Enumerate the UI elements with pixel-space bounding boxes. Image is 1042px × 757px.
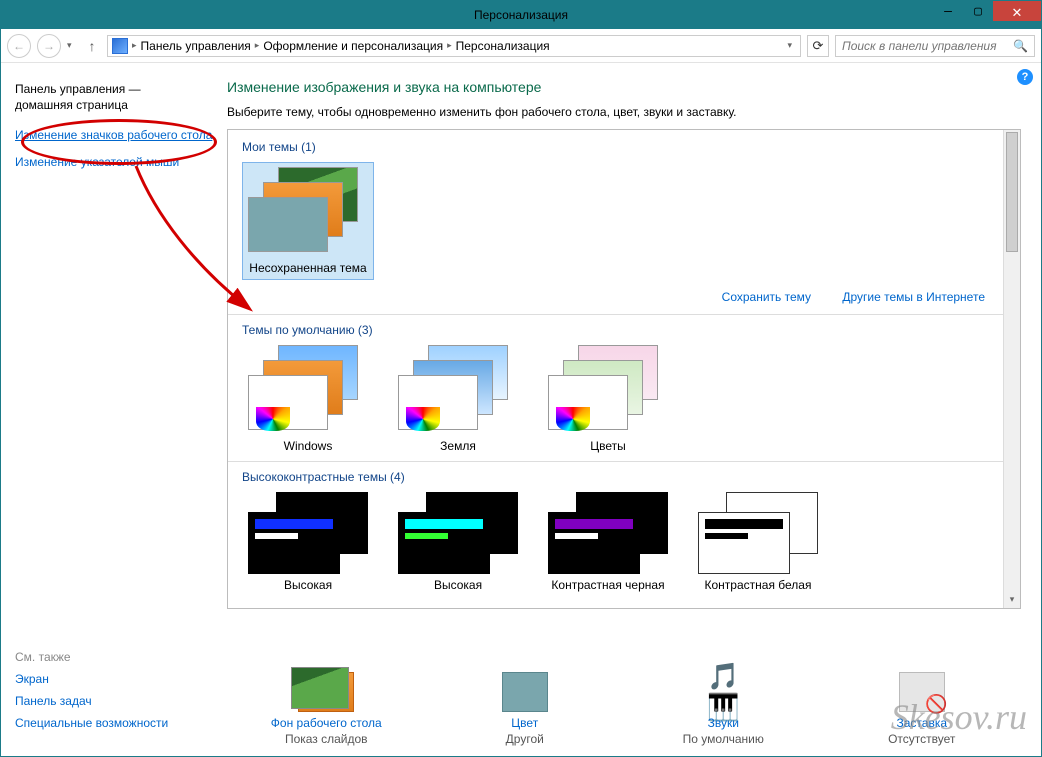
scroll-down-icon[interactable]: ▾ [1004, 591, 1020, 608]
theme-label: Контрастная белая [692, 578, 824, 592]
window-controls: — ▢ ✕ [933, 1, 1041, 21]
theme-label: Высокая [392, 578, 524, 592]
forward-button[interactable]: → [37, 34, 61, 58]
theme-hc-1[interactable]: Высокая [242, 492, 374, 592]
setting-title: Цвет [440, 716, 610, 730]
help-icon[interactable]: ? [1017, 69, 1033, 85]
nav-toolbar: ← → ▾ ↑ ▸ Панель управления ▸ Оформление… [1, 29, 1041, 63]
setting-title: Звуки [638, 716, 808, 730]
search-icon: 🔍 [1013, 39, 1028, 53]
theme-label: Цветы [542, 439, 674, 453]
screensaver-icon [899, 672, 945, 712]
search-box[interactable]: 🔍 [835, 35, 1035, 57]
address-dropdown[interactable]: ▾ [783, 40, 796, 51]
maximize-button[interactable]: ▢ [963, 1, 993, 21]
back-button[interactable]: ← [7, 34, 31, 58]
theme-flowers[interactable]: Цветы [542, 345, 674, 453]
chevron-right-icon: ▸ [132, 40, 137, 51]
setting-sub: Показ слайдов [241, 732, 411, 746]
theme-earth[interactable]: Земля [392, 345, 524, 453]
theme-hc-2[interactable]: Высокая [392, 492, 524, 592]
theme-unsaved[interactable]: Несохраненная тема [242, 162, 374, 280]
control-panel-icon [112, 38, 128, 54]
see-also-display[interactable]: Экран [15, 672, 168, 686]
theme-label: Высокая [242, 578, 374, 592]
sidebar: Панель управления — домашняя страница Из… [1, 63, 227, 756]
address-bar[interactable]: ▸ Панель управления ▸ Оформление и персо… [107, 35, 801, 57]
setting-title: Фон рабочего стола [241, 716, 411, 730]
window: Персонализация — ▢ ✕ ← → ▾ ↑ ▸ Панель уп… [0, 0, 1042, 757]
main-content: ? Изменение изображения и звука на компь… [227, 63, 1041, 756]
up-button[interactable]: ↑ [83, 37, 101, 55]
body: Панель управления — домашняя страница Из… [1, 63, 1041, 756]
theme-hc-white[interactable]: Контрастная белая [692, 492, 824, 592]
theme-label: Windows [242, 439, 374, 453]
see-also-accessibility[interactable]: Специальные возможности [15, 716, 168, 730]
setting-sub: Другой [440, 732, 610, 746]
group-default-themes: Темы по умолчанию (3) [242, 323, 989, 337]
home-label-1: Панель управления — [15, 82, 141, 96]
theme-thumb [248, 345, 368, 435]
search-input[interactable] [842, 39, 1013, 53]
color-icon [502, 672, 548, 712]
setting-color[interactable]: Цвет Другой [440, 672, 610, 746]
history-dropdown[interactable]: ▾ [67, 40, 77, 51]
control-panel-home[interactable]: Панель управления — домашняя страница [15, 81, 213, 113]
scroll-thumb[interactable] [1006, 132, 1018, 252]
setting-sub: По умолчанию [638, 732, 808, 746]
theme-thumb [398, 492, 518, 574]
minimize-button[interactable]: — [933, 1, 963, 21]
setting-title: Заставка [837, 716, 1007, 730]
titlebar: Персонализация — ▢ ✕ [1, 1, 1041, 29]
theme-thumb [248, 492, 368, 574]
theme-list: Мои темы (1) Несохраненная тема Сохранит… [228, 130, 1003, 608]
setting-sub: Отсутствует [837, 732, 1007, 746]
theme-hc-black[interactable]: Контрастная черная [542, 492, 674, 592]
setting-wallpaper[interactable]: Фон рабочего стола Показ слайдов [241, 672, 411, 746]
theme-label: Контрастная черная [542, 578, 674, 592]
refresh-button[interactable]: ⟳ [807, 35, 829, 57]
bottom-settings-row: Фон рабочего стола Показ слайдов Цвет Др… [227, 672, 1021, 746]
group-my-themes: Мои темы (1) [242, 140, 989, 154]
theme-thumb [548, 492, 668, 574]
page-subtitle: Выберите тему, чтобы одновременно измени… [227, 105, 1021, 119]
window-title: Персонализация [1, 8, 1041, 22]
scrollbar[interactable]: ▴ ▾ [1003, 130, 1020, 608]
theme-label: Несохраненная тема [247, 261, 369, 275]
breadcrumb-segment[interactable]: Персонализация [456, 39, 550, 53]
theme-thumb [248, 167, 368, 257]
chevron-right-icon: ▸ [255, 40, 260, 51]
sound-icon: 🎵🎹 [698, 672, 748, 712]
setting-sounds[interactable]: 🎵🎹 Звуки По умолчанию [638, 672, 808, 746]
theme-thumb [698, 492, 818, 574]
close-button[interactable]: ✕ [993, 1, 1041, 21]
theme-thumb [548, 345, 668, 435]
sidebar-link-desktop-icons[interactable]: Изменение значков рабочего стола [15, 127, 213, 143]
page-title: Изменение изображения и звука на компьют… [227, 79, 1021, 95]
chevron-right-icon: ▸ [447, 40, 452, 51]
breadcrumb-segment[interactable]: Оформление и персонализация [263, 39, 443, 53]
theme-panel: Мои темы (1) Несохраненная тема Сохранит… [227, 129, 1021, 609]
theme-action-links: Сохранить тему Другие темы в Интернете [242, 290, 985, 304]
see-also-section: См. также Экран Панель задач Специальные… [15, 650, 168, 738]
breadcrumb-segment[interactable]: Панель управления [141, 39, 251, 53]
see-also-header: См. также [15, 650, 168, 664]
sidebar-link-mouse-pointers[interactable]: Изменение указателей мыши [15, 154, 213, 170]
setting-screensaver[interactable]: Заставка Отсутствует [837, 672, 1007, 746]
home-label-2: домашняя страница [15, 98, 128, 112]
theme-windows[interactable]: Windows [242, 345, 374, 453]
theme-label: Земля [392, 439, 524, 453]
more-themes-link[interactable]: Другие темы в Интернете [842, 290, 985, 304]
group-hc-themes: Высококонтрастные темы (4) [242, 470, 989, 484]
theme-thumb [398, 345, 518, 435]
see-also-taskbar[interactable]: Панель задач [15, 694, 168, 708]
save-theme-link[interactable]: Сохранить тему [722, 290, 811, 304]
wallpaper-icon [298, 672, 354, 712]
